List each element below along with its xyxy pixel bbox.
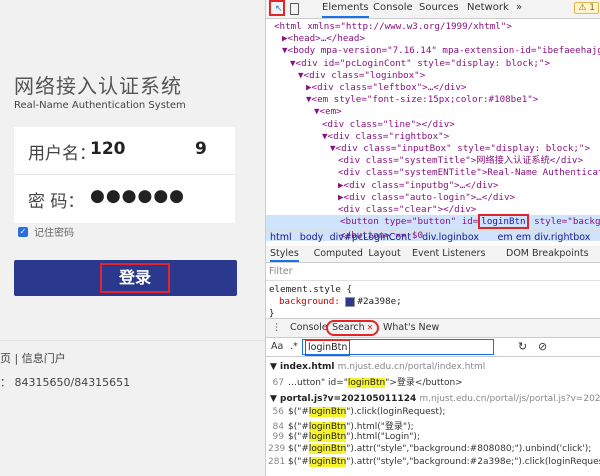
password-row[interactable]: 密 码： ●●●●●● [14, 175, 235, 222]
panel-tab[interactable]: Styles [270, 248, 299, 262]
device-toolbar-icon[interactable] [290, 3, 299, 15]
checkbox-checked-icon[interactable]: ✓ [18, 226, 28, 237]
tab-network[interactable]: Network [467, 2, 509, 13]
panel-tab[interactable]: Layout [368, 248, 400, 259]
panel-tab[interactable]: DOM Breakpoints [506, 248, 589, 259]
warning-badge[interactable]: ⚠ 1 [574, 2, 599, 14]
result-line[interactable]: 99 $("#loginBtn").html("Login"); [268, 431, 420, 442]
panel-tab[interactable]: Computed [314, 248, 363, 259]
breadcrumb-item[interactable]: html [270, 232, 292, 243]
styles-filter-input[interactable]: Filter [269, 266, 293, 277]
password-label: 密 码： [28, 192, 85, 212]
color-swatch-icon[interactable] [345, 296, 356, 307]
remember-password[interactable]: ✓ 记住密码 [18, 224, 74, 239]
remember-label: 记住密码 [34, 228, 74, 239]
clear-icon[interactable]: ⊘ [538, 340, 547, 353]
footer-phone: ： 84315650/84315651 [0, 376, 131, 389]
divider [266, 280, 600, 281]
result-file-header[interactable]: ▼ portal.js?v=202105011124 m.njust.edu.c… [270, 394, 600, 404]
tab-sources[interactable]: Sources [419, 2, 459, 13]
login-page: 网络接入认证系统 Real-Name Authentication System… [0, 0, 265, 476]
drawer-tab-console[interactable]: Console [290, 322, 328, 333]
close-icon[interactable]: ✕ [367, 323, 374, 332]
breadcrumb: html body div#pcLoginCont div.loginbox em em d… [266, 230, 600, 247]
result-line[interactable]: 281 $("#loginBtn").attr("style","backgrou… [268, 456, 600, 467]
cursor-icon: ↖ [275, 4, 283, 14]
result-file-header[interactable]: ▼ index.html m.njust.edu.cn/portal/index… [270, 362, 485, 372]
password-input[interactable]: ●●●●●● [90, 186, 185, 206]
search-bar: Aa .* loginBtn ↻ ⊘ [266, 338, 600, 357]
username-label: 用户名： [28, 144, 96, 164]
login-button-label: 登录 [100, 263, 170, 293]
elements-tree: <html xmlns="http://www.w3.org/1999/xhtm… [266, 18, 600, 242]
breadcrumb-item[interactable]: div.rightbox [534, 232, 590, 243]
breadcrumb-item[interactable]: div.loginbox [422, 232, 479, 243]
drawer-tab-search[interactable]: Search ✕ [326, 320, 380, 336]
result-line[interactable]: 56 $("#loginBtn").click(loginRequest); [268, 406, 445, 417]
search-query: loginBtn [305, 340, 351, 356]
style-value[interactable]: #2a398e; [357, 296, 401, 307]
match-case-button[interactable]: Aa [271, 341, 283, 352]
system-title: 网络接入认证系统 [14, 74, 182, 98]
search-input[interactable]: loginBtn [302, 339, 494, 356]
refresh-icon[interactable]: ↻ [518, 340, 527, 353]
tab-console[interactable]: Console [373, 2, 413, 13]
drawer-menu-icon[interactable]: ⋮ [272, 322, 282, 333]
breadcrumb-item[interactable]: div#pcLoginCont [330, 232, 411, 243]
breadcrumb-item[interactable]: em [498, 232, 513, 243]
highlighted-button-id: loginBtn [478, 214, 529, 230]
style-property[interactable]: background: [279, 296, 340, 307]
result-line[interactable]: 84 $("#loginBtn").html("登录"); [268, 419, 414, 432]
divider [0, 340, 265, 341]
regex-button[interactable]: .* [290, 341, 298, 352]
drawer-tab-whats-new[interactable]: What's New [383, 322, 439, 333]
inspect-element-button[interactable]: ↖ [269, 0, 285, 16]
drawer-tabs: ⋮ Console Search ✕ What's New [266, 318, 600, 338]
username-input-tail[interactable]: 9 [195, 139, 207, 159]
devtools-panel: ↖ Elements Console Sources Network » ⚠ 1… [265, 0, 600, 476]
username-input[interactable]: 120 [90, 139, 126, 159]
footer-links[interactable]: 页 | 信息门户 [0, 350, 66, 366]
element-style-rule: element.style { background: #2a398e; } [269, 284, 402, 320]
tab-elements[interactable]: Elements [322, 2, 369, 18]
result-line[interactable]: 67 …utton" id="loginBtn">登录</button> [268, 375, 463, 388]
username-row[interactable]: 用户名： 120 9 [14, 127, 235, 175]
devtools-toolbar: ↖ Elements Console Sources Network » ⚠ 1 [266, 0, 600, 19]
breadcrumb-item[interactable]: em [516, 232, 531, 243]
panel-tab[interactable]: Event Listeners [412, 248, 485, 259]
login-button[interactable]: 登录 [14, 260, 237, 296]
style-selector: element.style { [269, 284, 352, 295]
result-line[interactable]: 239 $("#loginBtn").attr("style","backgrou… [268, 444, 591, 454]
login-form: 用户名： 120 9 密 码： ●●●●●● [14, 127, 235, 223]
more-tabs-button[interactable]: » [516, 2, 522, 13]
system-en-title: Real-Name Authentication System [14, 100, 186, 111]
breadcrumb-item[interactable]: body [300, 232, 324, 243]
styles-panel-tabs: Styles Computed Layout Event Listeners DOM B… [266, 246, 600, 263]
